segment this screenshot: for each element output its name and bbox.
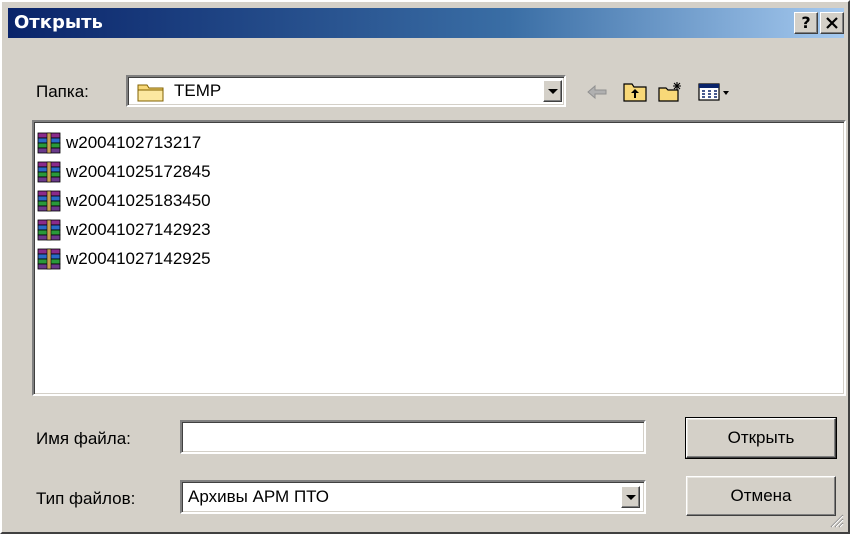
folder-icon bbox=[137, 84, 164, 102]
new-folder-icon[interactable] bbox=[657, 81, 683, 103]
close-button[interactable] bbox=[820, 12, 844, 34]
rar-archive-icon bbox=[37, 161, 61, 183]
rar-archive-icon bbox=[37, 219, 61, 241]
help-button[interactable]: ? bbox=[794, 12, 818, 34]
folder-dropdown-button[interactable] bbox=[543, 80, 562, 102]
close-icon bbox=[826, 17, 838, 29]
view-menu-icon[interactable] bbox=[697, 81, 735, 103]
file-list-item[interactable]: w20041025172845 bbox=[36, 159, 211, 185]
file-list-item[interactable]: w2004102713217 bbox=[36, 130, 201, 156]
folder-value: TEMP bbox=[174, 81, 222, 100]
cancel-button[interactable]: Отмена bbox=[686, 476, 836, 516]
filename-label: Имя файла: bbox=[36, 429, 131, 448]
rar-archive-icon bbox=[37, 248, 61, 270]
file-name: w20041027142923 bbox=[66, 220, 211, 239]
open-file-dialog: Открыть ? Папка: TEMP w2004102713217 w20… bbox=[0, 0, 850, 534]
filename-field[interactable] bbox=[180, 420, 646, 454]
file-list-item[interactable]: w20041027142923 bbox=[36, 217, 211, 243]
filetype-value: Архивы АРМ ПТО bbox=[188, 487, 330, 506]
folder-combo[interactable]: TEMP bbox=[126, 75, 566, 107]
file-list[interactable]: w2004102713217 w20041025172845 w2004102518… bbox=[32, 120, 846, 396]
file-name: w20041027142925 bbox=[66, 249, 211, 268]
file-name: w2004102713217 bbox=[66, 133, 202, 152]
rar-archive-icon bbox=[37, 132, 61, 154]
file-list-item[interactable]: w20041027142925 bbox=[36, 246, 211, 272]
back-arrow-icon[interactable] bbox=[584, 81, 610, 103]
filetype-combo[interactable]: Архивы АРМ ПТО bbox=[180, 480, 646, 514]
window-title: Открыть bbox=[14, 12, 103, 33]
folder-label: Папка: bbox=[36, 82, 89, 101]
file-name: w20041025172845 bbox=[66, 162, 211, 181]
up-folder-icon[interactable] bbox=[622, 81, 648, 103]
filetype-dropdown-button[interactable] bbox=[621, 486, 640, 508]
title-bar[interactable]: Открыть ? bbox=[8, 8, 844, 38]
file-name: w20041025183450 bbox=[66, 191, 211, 210]
filetype-label: Тип файлов: bbox=[36, 489, 136, 508]
file-list-item[interactable]: w20041025183450 bbox=[36, 188, 211, 214]
resize-grip-icon[interactable] bbox=[830, 514, 844, 528]
rar-archive-icon bbox=[37, 190, 61, 212]
open-button[interactable]: Открыть bbox=[685, 417, 837, 459]
